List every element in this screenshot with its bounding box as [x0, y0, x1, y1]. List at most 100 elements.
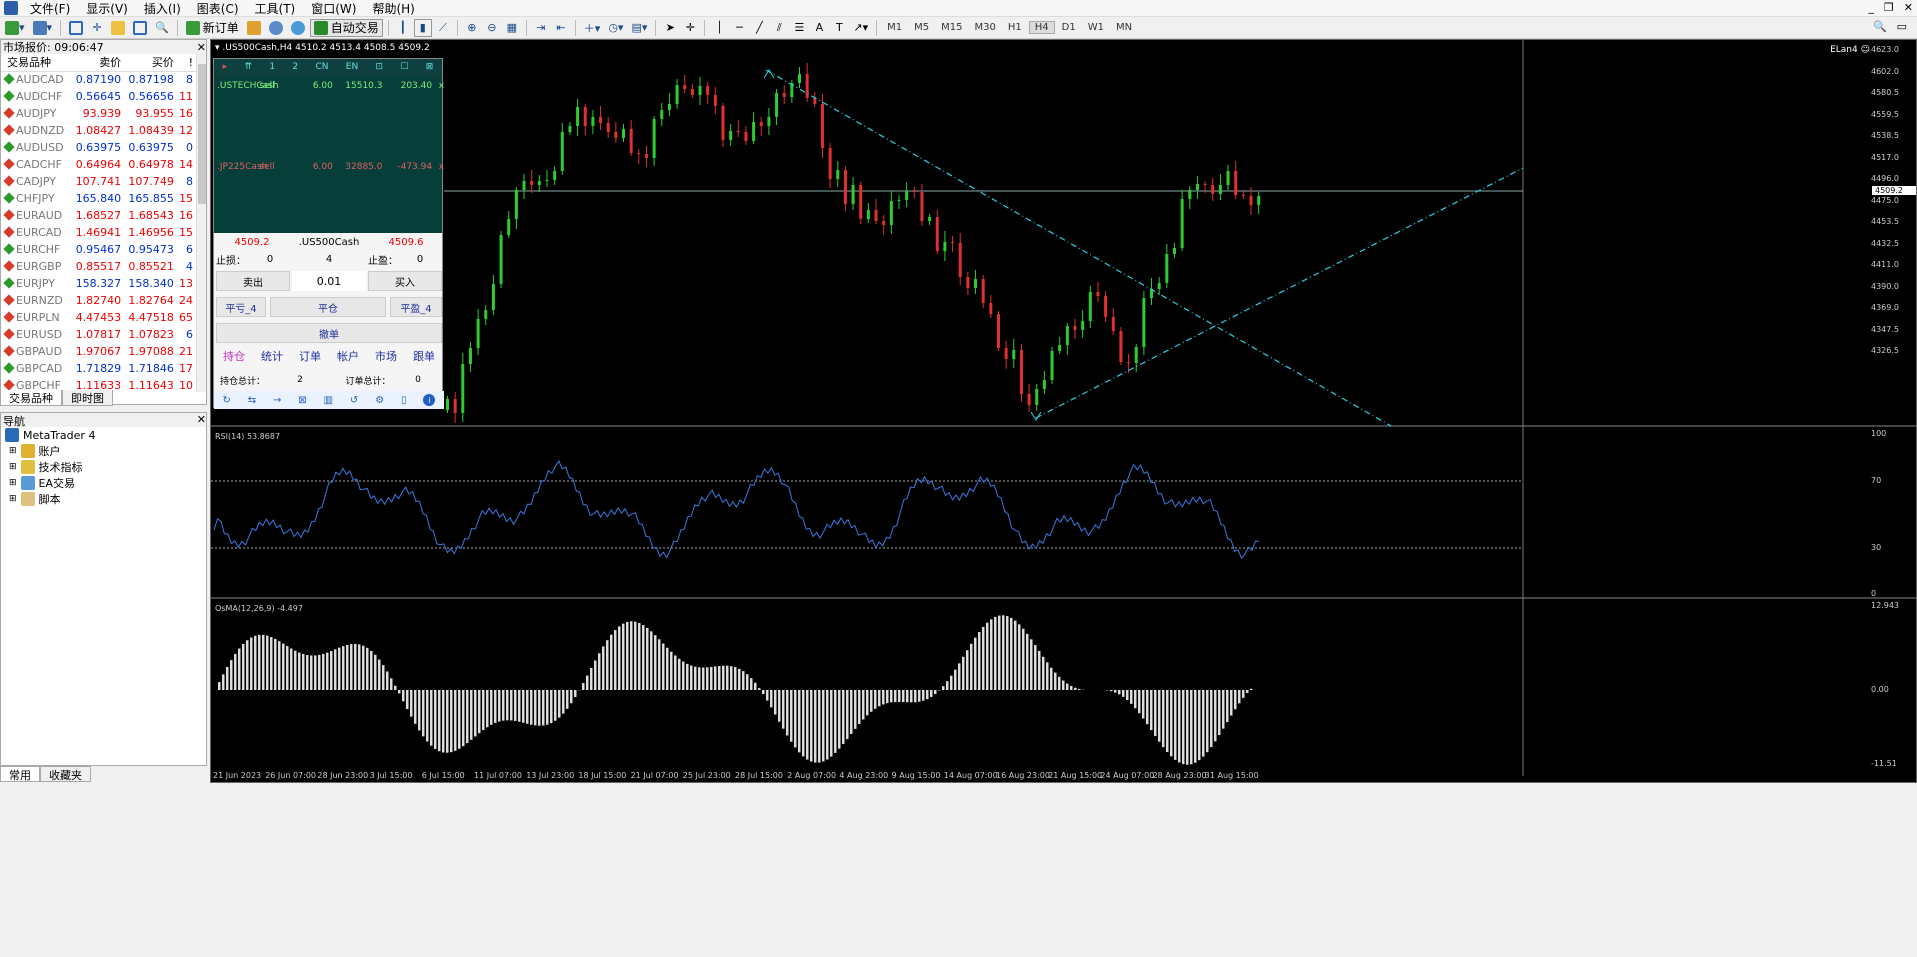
tf-h4[interactable]: H4 [1028, 21, 1055, 34]
market-watch-row[interactable]: GBPAUD 1.97067 1.97088 21 [1, 343, 197, 360]
period-icon[interactable]: ◷▾ [605, 19, 626, 37]
maximize-icon[interactable]: ☐ [400, 62, 408, 72]
tf-m30[interactable]: M30 [969, 22, 1000, 33]
menu-charts[interactable]: 图表(C) [189, 0, 247, 17]
menu-window[interactable]: 窗口(W) [303, 0, 364, 17]
position-row[interactable]: .USTECHCash sell 6.00 15510.3 203.40 x [214, 81, 444, 91]
buy-button[interactable]: 买入 [368, 271, 442, 291]
new-order-button[interactable]: 新订单 [183, 19, 242, 37]
market-watch-row[interactable]: EURGBP 0.85517 0.85521 4 [1, 258, 197, 275]
tf-m1[interactable]: M1 [882, 22, 907, 33]
close-box-icon[interactable]: ⊠ [298, 395, 306, 406]
new-chart-icon[interactable]: ▾ [2, 19, 28, 37]
refresh-icon[interactable]: ↻ [222, 395, 230, 406]
horizontal-line-icon[interactable]: ─ [730, 19, 748, 37]
close-loss-button[interactable]: 平亏_4 [216, 297, 266, 317]
panel-tab-2[interactable]: 2 [292, 62, 298, 72]
menu-file[interactable]: 文件(F) [22, 0, 78, 17]
trash-icon[interactable]: ▥ [324, 395, 333, 406]
tab-common[interactable]: 常用 [0, 766, 40, 782]
tf-m5[interactable]: M5 [909, 22, 934, 33]
candle-chart-icon[interactable]: ▮ [413, 18, 432, 37]
zoom-in-icon[interactable]: ⊕ [463, 19, 481, 37]
close-icon[interactable]: ✕ [1904, 1, 1913, 14]
chat-icon[interactable]: ▭ [1897, 20, 1907, 33]
position-row[interactable]: .JP225Cash sell 6.00 32885.0 -473.94 x [214, 162, 444, 172]
arrows-icon[interactable]: ↗▾ [850, 19, 871, 37]
sl-input[interactable]: 0 [250, 251, 290, 267]
document-icon[interactable]: ▯ [401, 395, 407, 406]
market-watch-row[interactable]: EURCAD 1.46941 1.46956 15 [1, 224, 197, 241]
equidistant-channel-icon[interactable]: ⫽ [770, 19, 788, 37]
nav-experts[interactable]: ⊞ EA交易 [1, 475, 206, 491]
menu-stats[interactable]: 统计 [254, 347, 290, 365]
metaeditor-icon[interactable] [244, 19, 264, 37]
market-watch-row[interactable]: EURNZD 1.82740 1.82764 24 [1, 292, 197, 309]
chart-window[interactable]: ▾ .US500Cash,H4 4510.2 4513.4 4508.5 450… [210, 39, 1917, 783]
market-watch-row[interactable]: EURCHF 0.95467 0.95473 6 [1, 241, 197, 258]
market-watch-row[interactable]: AUDNZD 1.08427 1.08439 12 [1, 122, 197, 139]
arrow-right-icon[interactable]: → [273, 395, 281, 406]
col-ask[interactable]: 买价 [125, 54, 178, 72]
menu-copy[interactable]: 跟单 [406, 347, 442, 365]
cursor-icon[interactable]: ➤ [661, 19, 679, 37]
bar-chart-icon[interactable]: ┃ [394, 19, 412, 37]
navigator-icon[interactable] [108, 19, 128, 37]
market-watch-row[interactable]: AUDUSD 0.63975 0.63975 0 [1, 139, 197, 156]
signals-icon[interactable] [266, 19, 286, 37]
close-icon[interactable]: ✕ [197, 41, 206, 54]
menu-market[interactable]: 市场 [368, 347, 404, 365]
tune-icon[interactable]: ⚙ [375, 395, 384, 406]
profiles-icon[interactable]: ▾ [30, 19, 56, 37]
tester-icon[interactable]: 🔍 [152, 19, 172, 37]
zoom-out-icon[interactable]: ⊖ [483, 19, 501, 37]
search-icon[interactable]: 🔍 [1873, 20, 1887, 33]
market-watch-row[interactable]: EURPLN 4.47453 4.47518 65 [1, 309, 197, 326]
market-watch-row[interactable]: EURAUD 1.68527 1.68543 16 [1, 207, 197, 224]
market-watch-row[interactable]: AUDJPY 93.939 93.955 16 [1, 105, 197, 122]
fibonacci-icon[interactable]: ☰ [790, 19, 808, 37]
text-label-icon[interactable]: T [830, 19, 848, 37]
pos-close-button[interactable]: x [432, 81, 444, 91]
vertical-line-icon[interactable]: │ [710, 19, 728, 37]
tf-w1[interactable]: W1 [1083, 22, 1109, 33]
menu-orders[interactable]: 订单 [292, 347, 328, 365]
market-watch-row[interactable]: GBPCAD 1.71829 1.71846 17 [1, 360, 197, 377]
market-watch-scrollbar[interactable] [196, 54, 206, 392]
tf-d1[interactable]: D1 [1057, 22, 1081, 33]
nav-scripts[interactable]: ⊞ 脚本 [1, 491, 206, 507]
chart-shift-icon[interactable]: ⇤ [552, 19, 570, 37]
restore-icon[interactable]: ❐ [1884, 1, 1894, 14]
swap-icon[interactable]: ⇆ [248, 395, 256, 406]
auto-trade-button[interactable]: 自动交易 [309, 18, 383, 37]
menu-insert[interactable]: 插入(I) [136, 0, 189, 17]
up-arrows-icon[interactable]: ⇈ [245, 62, 253, 72]
close-all-button[interactable]: 平仓 [270, 297, 386, 317]
data-window-icon[interactable]: ✛ [88, 19, 106, 37]
tp-input[interactable]: 0 [400, 251, 440, 267]
market-watch-row[interactable]: AUDCAD 0.87190 0.87198 8 [1, 71, 197, 88]
close-icon[interactable]: ⊠ [426, 62, 434, 72]
col-symbol[interactable]: 交易品种 [1, 54, 73, 72]
menu-positions[interactable]: 持仓 [216, 347, 252, 365]
panel-tab-1[interactable]: 1 [269, 62, 275, 72]
tf-h1[interactable]: H1 [1003, 22, 1027, 33]
minimize-icon[interactable]: _ [1868, 1, 1874, 14]
menu-account[interactable]: 帐户 [330, 347, 366, 365]
tab-favorites[interactable]: 收藏夹 [40, 766, 91, 782]
market-watch-row[interactable]: CADCHF 0.64964 0.64978 14 [1, 156, 197, 173]
tab-tick-chart[interactable]: 即时图 [62, 390, 113, 406]
info-icon[interactable]: i [423, 394, 436, 406]
pos-close-button[interactable]: x [432, 162, 444, 172]
col-spread[interactable]: ! [177, 54, 197, 72]
sell-button[interactable]: 卖出 [216, 271, 290, 291]
tf-mn[interactable]: MN [1111, 22, 1137, 33]
menu-help[interactable]: 帮助(H) [364, 0, 422, 17]
market-watch-row[interactable]: CADJPY 107.741 107.749 8 [1, 173, 197, 190]
market-icon[interactable] [288, 19, 308, 37]
chart-canvas[interactable] [211, 40, 1917, 784]
crosshair-icon[interactable]: ✛ [681, 19, 699, 37]
text-icon[interactable]: A [810, 19, 828, 37]
close-profit-button[interactable]: 平盈_4 [390, 297, 442, 317]
trend-line-icon[interactable]: ╱ [750, 19, 768, 37]
